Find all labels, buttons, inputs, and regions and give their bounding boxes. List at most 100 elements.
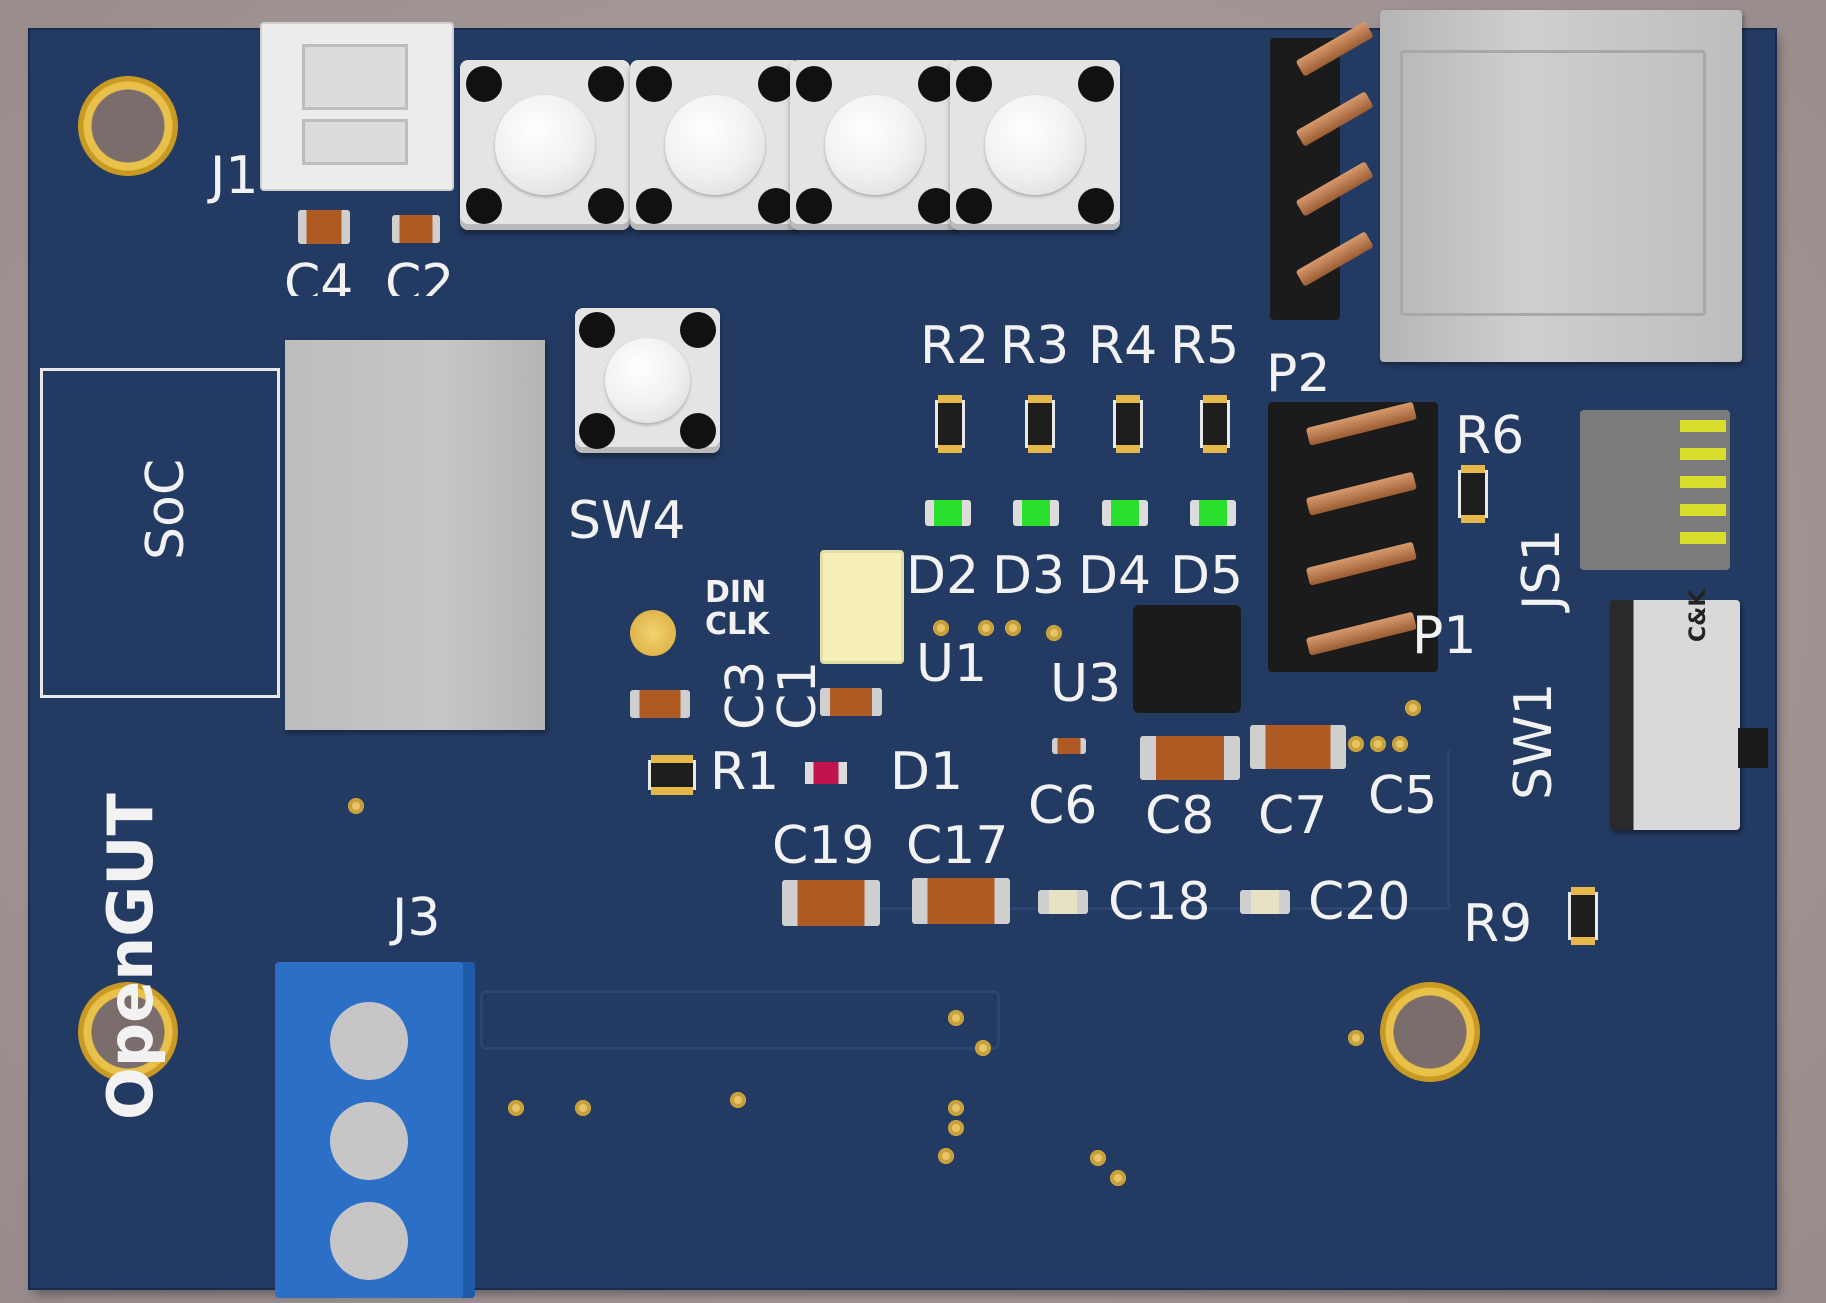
c6-capacitor <box>1052 738 1086 754</box>
microsd-socket <box>1380 10 1742 362</box>
d2-label: D2 <box>906 546 980 606</box>
mounting-hole-bottom-right <box>1380 982 1480 1082</box>
c5-label: C5 <box>1368 766 1438 826</box>
j3-terminal-block <box>275 962 475 1298</box>
c7-label: C7 <box>1258 786 1328 846</box>
via <box>978 620 994 636</box>
via <box>1405 700 1421 716</box>
d3-led <box>1013 500 1059 526</box>
c20-label: C20 <box>1308 872 1411 932</box>
r2-resistor <box>935 395 965 453</box>
r5-resistor <box>1200 395 1230 453</box>
j1-connector <box>260 22 454 191</box>
via <box>948 1010 964 1026</box>
tactile-button-3[interactable] <box>790 60 960 230</box>
tactile-button-1[interactable] <box>460 60 630 230</box>
via <box>1348 736 1364 752</box>
p2-header <box>1270 21 1374 320</box>
c2-label: C2 <box>385 258 455 296</box>
via <box>933 620 949 636</box>
c6-label: C6 <box>1028 776 1098 836</box>
via <box>948 1120 964 1136</box>
sw1-actuator[interactable] <box>1738 728 1768 768</box>
button-cap <box>985 95 1085 195</box>
via <box>575 1100 591 1116</box>
p1-label: P1 <box>1412 606 1477 666</box>
via <box>730 1092 746 1108</box>
r9-label: R9 <box>1463 894 1533 954</box>
c18-capacitor <box>1038 890 1088 914</box>
r9-resistor <box>1568 887 1598 945</box>
sw1-label: SW1 <box>1504 682 1564 800</box>
c1-capacitor <box>820 688 882 716</box>
tactile-button-4[interactable] <box>950 60 1120 230</box>
sw4-label: SW4 <box>568 491 686 551</box>
js1-connector <box>1580 410 1730 570</box>
via <box>938 1148 954 1164</box>
via <box>348 798 364 814</box>
c8-capacitor <box>1140 736 1240 780</box>
r5-label: R5 <box>1170 316 1240 376</box>
p2-label: P2 <box>1266 344 1331 404</box>
d5-label: D5 <box>1170 546 1244 606</box>
pcb-board: J1 C4 C2 SW4 SoC OpenGUT J3 R2 R3 R4 R5 … <box>30 10 1775 1298</box>
via <box>1110 1170 1126 1186</box>
pin-label-din: DIN <box>705 575 767 610</box>
brand-label: OpenGUT <box>94 793 167 1120</box>
c18-label: C18 <box>1108 872 1211 932</box>
c2-capacitor <box>392 215 440 243</box>
test-pad <box>630 610 676 656</box>
button-cap <box>605 338 690 423</box>
d5-led <box>1190 500 1236 526</box>
u3-label: U3 <box>1050 654 1122 714</box>
c1-label: C1 <box>768 660 828 730</box>
c8-label: C8 <box>1145 786 1215 846</box>
pcb-render-viewport: J1 C4 C2 SW4 SoC OpenGUT J3 R2 R3 R4 R5 … <box>0 0 1826 1303</box>
c4-label: C4 <box>284 258 354 296</box>
r1-label: R1 <box>710 742 780 802</box>
c17-capacitor <box>912 878 1010 924</box>
d4-led <box>1102 500 1148 526</box>
mounting-hole-top-left <box>78 76 178 176</box>
u3-chip <box>1133 605 1241 713</box>
terminal-screw-2 <box>330 1102 408 1180</box>
button-cap <box>665 95 765 195</box>
c3-capacitor <box>630 690 690 718</box>
r3-resistor <box>1025 395 1055 453</box>
button-cap <box>495 95 595 195</box>
j3-label: J3 <box>392 888 441 948</box>
c7-capacitor <box>1250 725 1346 769</box>
j1-label: J1 <box>210 146 259 206</box>
trace-bottom <box>480 990 1000 1050</box>
d1-led <box>805 762 847 784</box>
via <box>975 1040 991 1056</box>
c19-capacitor <box>782 880 880 926</box>
sw1-slide-switch[interactable]: C&K <box>1610 590 1768 830</box>
via <box>1005 620 1021 636</box>
d3-label: D3 <box>992 546 1066 606</box>
r2-label: R2 <box>920 316 990 376</box>
r3-label: R3 <box>1000 316 1070 376</box>
via <box>1370 736 1386 752</box>
via <box>948 1100 964 1116</box>
d4-label: D4 <box>1078 546 1152 606</box>
via <box>1348 1030 1364 1046</box>
r4-label: R4 <box>1088 316 1158 376</box>
c20-capacitor <box>1240 890 1290 914</box>
u1-label: U1 <box>916 634 988 694</box>
sw1-brand-label: C&K <box>1686 589 1711 642</box>
u1-chip <box>820 550 904 664</box>
sw4-button[interactable] <box>575 308 720 453</box>
r1-resistor <box>648 755 696 795</box>
d2-led <box>925 500 971 526</box>
r4-resistor <box>1113 395 1143 453</box>
via <box>1046 625 1062 641</box>
via <box>508 1100 524 1116</box>
c17-label: C17 <box>906 816 1009 876</box>
pin-label-clk: CLK <box>705 607 770 642</box>
r6-resistor <box>1458 465 1488 523</box>
button-cap <box>825 95 925 195</box>
js1-label: JS1 <box>1512 528 1572 610</box>
tactile-button-2[interactable] <box>630 60 800 230</box>
c19-label: C19 <box>772 816 875 876</box>
